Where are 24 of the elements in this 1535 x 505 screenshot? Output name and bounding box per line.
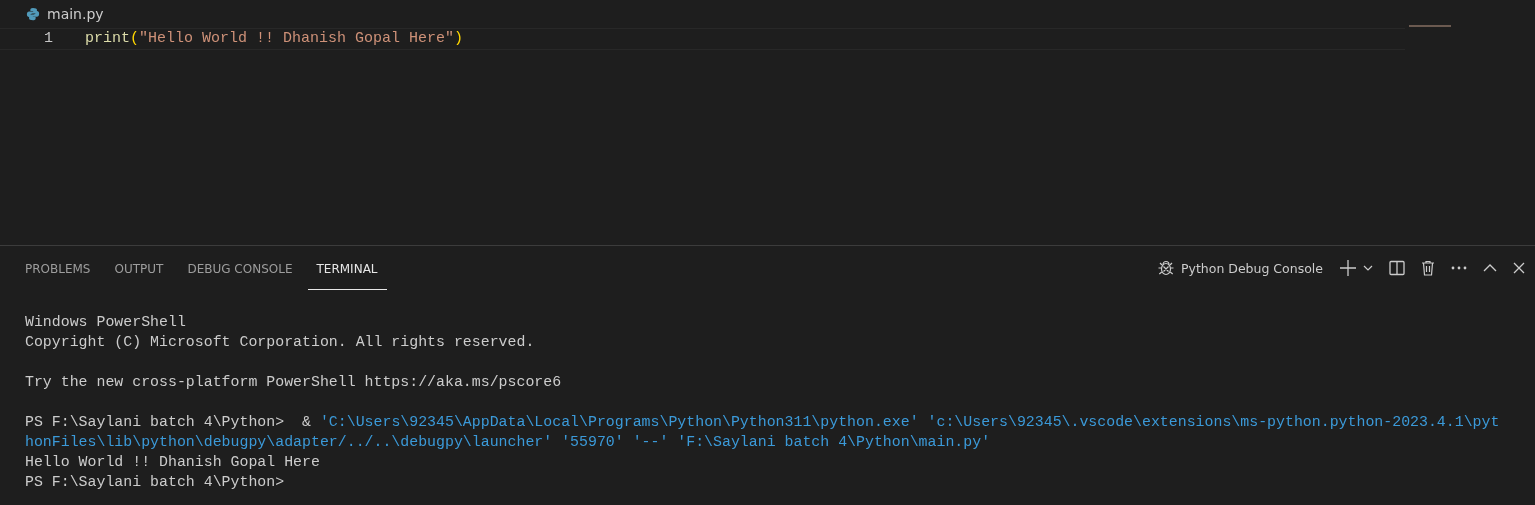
panel-tab[interactable]: DEBUG CONSOLE [178, 248, 302, 290]
close-icon[interactable] [1513, 262, 1525, 274]
line-number: 1 [43, 30, 54, 47]
trash-icon[interactable] [1421, 260, 1435, 276]
split-icon[interactable] [1389, 260, 1405, 276]
terminal-line: Hello World !! Dhanish Gopal Here [25, 454, 320, 470]
file-tab[interactable]: main.py [0, 0, 104, 24]
bug-icon [1157, 259, 1175, 277]
panel-tab[interactable]: OUTPUT [105, 248, 173, 290]
plus-icon[interactable] [1339, 259, 1357, 277]
chevron-up-icon[interactable] [1483, 264, 1497, 272]
terminal-line: PS F:\Saylani batch 4\Python> [25, 474, 285, 490]
terminal-line: Try the new cross-platform PowerShell https://aka.ms/pscore6 [25, 374, 562, 390]
chevron-down-icon[interactable] [1363, 263, 1373, 273]
python-icon [26, 6, 40, 21]
terminal-line: honFiles\lib\python\debugpy\adapter/../..\debugpy\launcher' '55970' '--' 'F:\Saylani batch 4\Python\main.py' [25, 434, 991, 450]
panel-tab[interactable]: TERMINAL [307, 248, 387, 290]
terminal-line: Copyright (C) Microsoft Corporation. All rights reserved. [25, 334, 535, 350]
terminal-selector[interactable]: Python Debug Console [1157, 259, 1323, 277]
more-icon[interactable] [1451, 266, 1467, 270]
code-text: print("Hello World !! Dhanish Gopal Here") [85, 30, 464, 47]
panel-tab[interactable]: PROBLEMS [16, 248, 100, 290]
terminal-line: Windows PowerShell [25, 314, 186, 330]
terminal-line: PS F:\Saylani batch 4\Python> & 'C:\Users\92345\AppData\Local\Programs\Python\Python311\python.exe' 'c:\Users\92345\.vscode\extensions\ms-python.python-2023.4.1\pyt [25, 414, 1500, 430]
